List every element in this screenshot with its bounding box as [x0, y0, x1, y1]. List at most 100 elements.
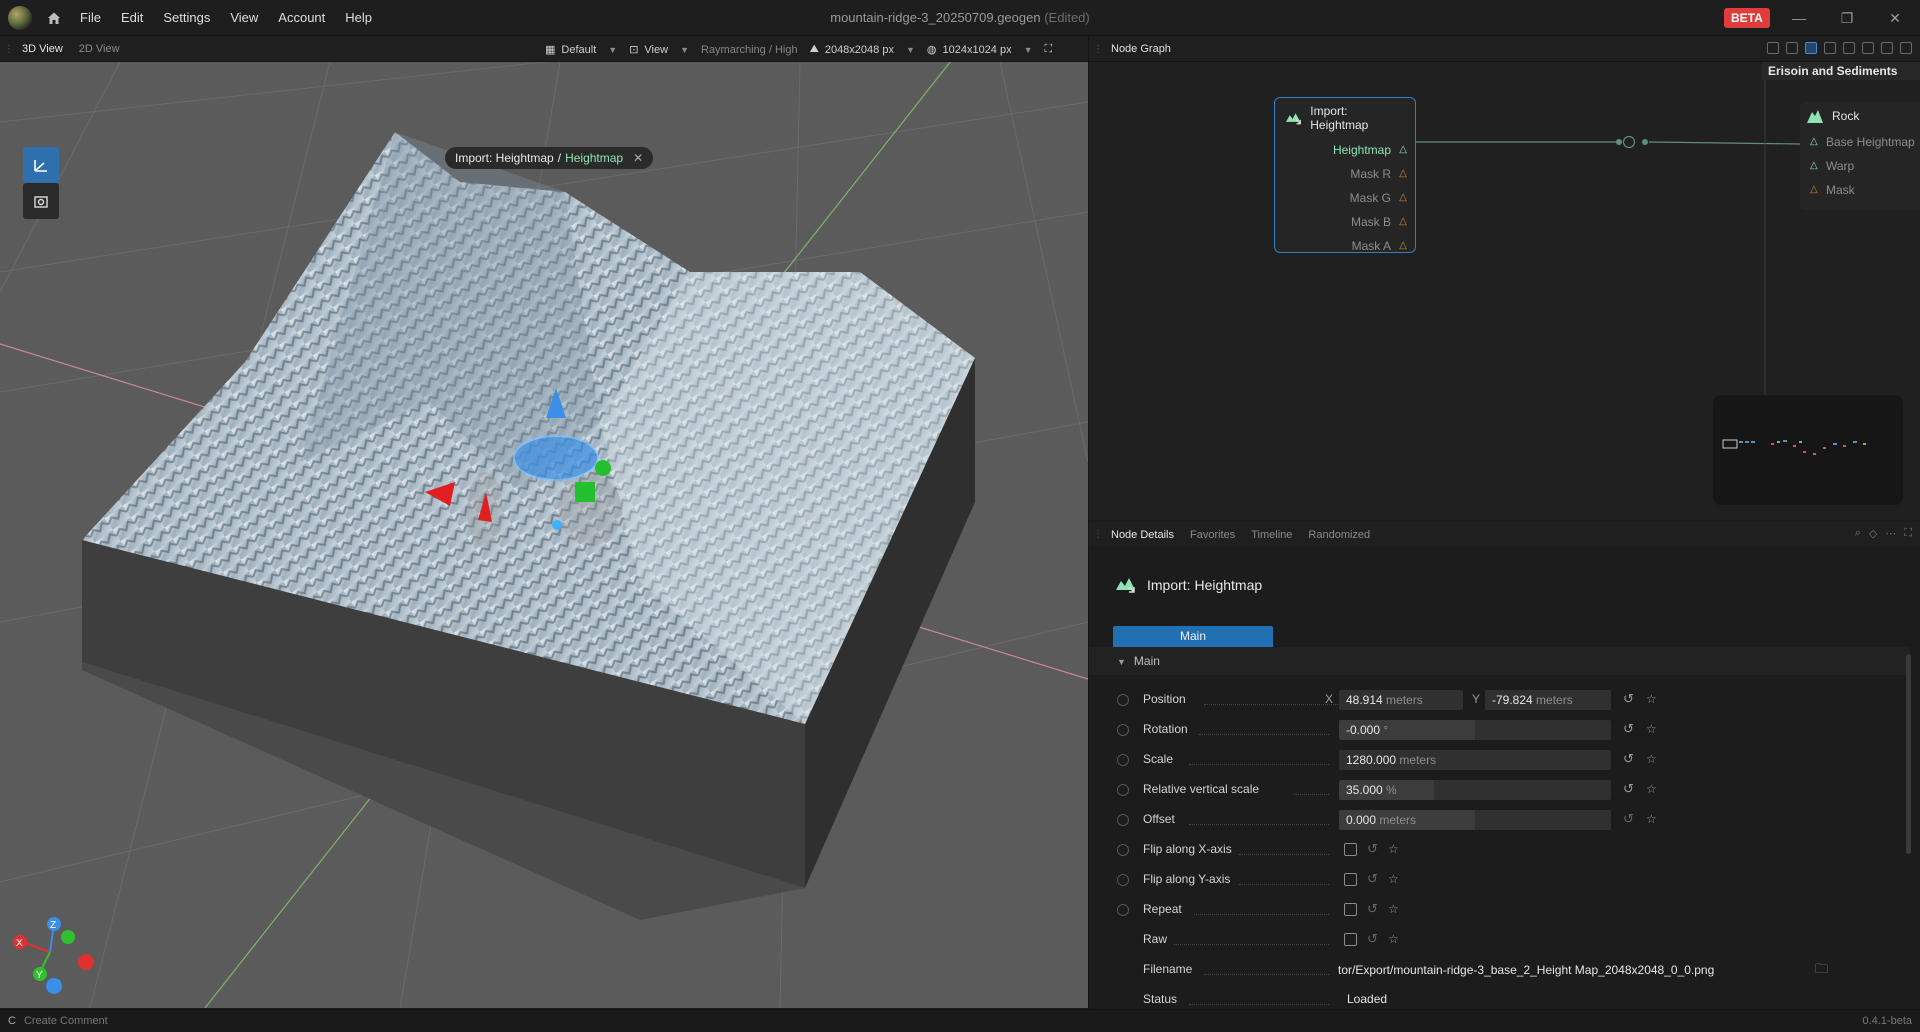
rotation-field[interactable]: -0.000 ° [1339, 720, 1611, 740]
fullscreen-icon[interactable]: ⛶ [1045, 43, 1053, 56]
star-icon[interactable]: ☆ [1646, 752, 1660, 766]
chevron-down-icon[interactable]: ▼ [906, 45, 915, 55]
menu-help[interactable]: Help [335, 0, 382, 36]
keyframe-toggle[interactable] [1117, 904, 1129, 916]
selection-chip[interactable]: Import: Heightmap / Heightmap ✕ [445, 147, 654, 169]
reset-icon[interactable]: ↺ [1367, 872, 1381, 886]
tab-node-details[interactable]: Node Details [1103, 529, 1182, 541]
star-icon[interactable]: ☆ [1646, 692, 1660, 706]
search-icon[interactable]: ⌕ [1855, 527, 1861, 540]
port-mask-a[interactable]: Mask A △ [1275, 234, 1415, 258]
keyframe-toggle[interactable] [1117, 754, 1129, 766]
close-icon[interactable]: ✕ [1872, 0, 1918, 36]
port-warp[interactable]: △ Warp [1800, 154, 1920, 178]
resolution-b-dropdown[interactable]: 1024x1024 px [942, 44, 1011, 56]
keyframe-toggle[interactable] [1117, 814, 1129, 826]
preset-dropdown[interactable]: Default [561, 44, 596, 56]
keyframe-toggle[interactable] [1117, 724, 1129, 736]
home-icon[interactable] [46, 10, 62, 26]
reset-icon[interactable]: ↺ [1623, 752, 1637, 766]
tab-3d-view[interactable]: 3D View [14, 37, 71, 62]
resolution-a-dropdown[interactable]: 2048x2048 px [825, 44, 894, 56]
port-mask[interactable]: △ Mask [1800, 178, 1920, 202]
flip-x-checkbox[interactable] [1344, 843, 1357, 856]
menu-edit[interactable]: Edit [111, 0, 153, 36]
raw-checkbox[interactable] [1344, 933, 1357, 946]
fit-icon[interactable] [1862, 42, 1874, 54]
star-icon[interactable]: ☆ [1388, 902, 1402, 916]
tab-timeline[interactable]: Timeline [1243, 529, 1300, 541]
position-x-field[interactable]: 48.914 meters [1339, 690, 1463, 710]
tab-main[interactable]: Main [1113, 626, 1273, 647]
more-icon[interactable]: ⋯ [1885, 527, 1896, 540]
panel-grip-icon[interactable]: ⋮ [4, 44, 14, 55]
folder-icon[interactable]: 🗀 [1815, 962, 1829, 976]
node-import-heightmap[interactable]: Import: Heightmap Heightmap △ Mask R △ Mas… [1274, 97, 1416, 253]
star-icon[interactable]: ☆ [1646, 722, 1660, 736]
list-icon[interactable] [1786, 42, 1798, 54]
tab-favorites[interactable]: Favorites [1182, 529, 1243, 541]
expand-icon[interactable]: ⛶ [1904, 527, 1912, 540]
filename-field[interactable]: tor/Export/mountain-ridge-3_base_2_Heigh… [1334, 960, 1812, 980]
close-icon[interactable]: ✕ [633, 151, 643, 165]
repeat-checkbox[interactable] [1344, 903, 1357, 916]
search-icon[interactable] [1767, 42, 1779, 54]
offset-field[interactable]: 0.000 meters [1339, 810, 1611, 830]
chevron-down-icon[interactable]: ▼ [1024, 45, 1033, 55]
render-mode[interactable]: Raymarching / High [701, 44, 798, 56]
star-icon[interactable]: ☆ [1646, 812, 1660, 826]
diamond-icon[interactable]: ◇ [1869, 527, 1877, 540]
menu-view[interactable]: View [220, 0, 268, 36]
grid-icon[interactable] [1824, 42, 1836, 54]
axis-gizmo-button[interactable] [23, 147, 59, 183]
menu-file[interactable]: File [70, 0, 111, 36]
scale-field[interactable]: 1280.000 meters [1339, 750, 1611, 770]
flip-y-checkbox[interactable] [1344, 873, 1357, 886]
section-main-header[interactable]: ▼ Main [1089, 647, 1909, 675]
port-mask-b[interactable]: Mask B △ [1275, 210, 1415, 234]
node-rock[interactable]: Rock △ Base Heightmap △ Warp △ Mask [1800, 102, 1920, 210]
link-icon[interactable] [1843, 42, 1855, 54]
keyframe-toggle[interactable] [1117, 874, 1129, 886]
expand-icon[interactable] [1900, 42, 1912, 54]
position-y-field[interactable]: -79.824 meters [1485, 690, 1611, 710]
layout-icon[interactable] [1805, 42, 1817, 54]
port-base-heightmap[interactable]: △ Base Heightmap [1800, 130, 1920, 154]
reset-icon[interactable]: ↺ [1367, 932, 1381, 946]
keyframe-toggle[interactable] [1117, 844, 1129, 856]
snap-icon[interactable] [1881, 42, 1893, 54]
reset-icon[interactable]: ↺ [1367, 902, 1381, 916]
tab-2d-view[interactable]: 2D View [71, 37, 128, 62]
chevron-down-icon[interactable]: ▼ [680, 45, 689, 55]
port-mask-r[interactable]: Mask R △ [1275, 162, 1415, 186]
minimize-icon[interactable]: — [1776, 0, 1822, 36]
maximize-icon[interactable]: ❐ [1824, 0, 1870, 36]
group-label[interactable]: Erisoin and Sediments [1762, 62, 1920, 80]
star-icon[interactable]: ☆ [1388, 842, 1402, 856]
panel-grip-icon[interactable]: ⋮ [1093, 44, 1103, 55]
node-graph-canvas[interactable]: Erisoin and Sediments Import: Heightmap … [1089, 62, 1920, 520]
frame-selection-button[interactable] [23, 183, 59, 219]
star-icon[interactable]: ☆ [1388, 932, 1402, 946]
chevron-down-icon[interactable]: ▼ [608, 45, 617, 55]
keyframe-toggle[interactable] [1117, 784, 1129, 796]
star-icon[interactable]: ☆ [1388, 872, 1402, 886]
tab-randomized[interactable]: Randomized [1300, 529, 1378, 541]
graph-minimap[interactable] [1713, 395, 1903, 505]
menu-account[interactable]: Account [268, 0, 335, 36]
reset-icon[interactable]: ↺ [1623, 692, 1637, 706]
details-scrollbar[interactable] [1906, 654, 1911, 854]
reset-icon[interactable]: ↺ [1623, 722, 1637, 736]
port-heightmap[interactable]: Heightmap △ [1275, 138, 1415, 162]
menu-settings[interactable]: Settings [153, 0, 220, 36]
viewport-3d[interactable]: Z X Y Import: Heightmap / Heightmap ✕ [0, 62, 1088, 1008]
reset-icon[interactable]: ↺ [1367, 842, 1381, 856]
keyframe-toggle[interactable] [1117, 694, 1129, 706]
star-icon[interactable]: ☆ [1646, 782, 1660, 796]
reset-icon[interactable]: ↺ [1623, 782, 1637, 796]
reset-icon[interactable]: ↺ [1623, 812, 1637, 826]
panel-grip-icon[interactable]: ⋮ [1093, 529, 1103, 540]
relative-vertical-scale-field[interactable]: 35.000 % [1339, 780, 1611, 800]
port-mask-g[interactable]: Mask G △ [1275, 186, 1415, 210]
view-dropdown[interactable]: View [644, 44, 668, 56]
